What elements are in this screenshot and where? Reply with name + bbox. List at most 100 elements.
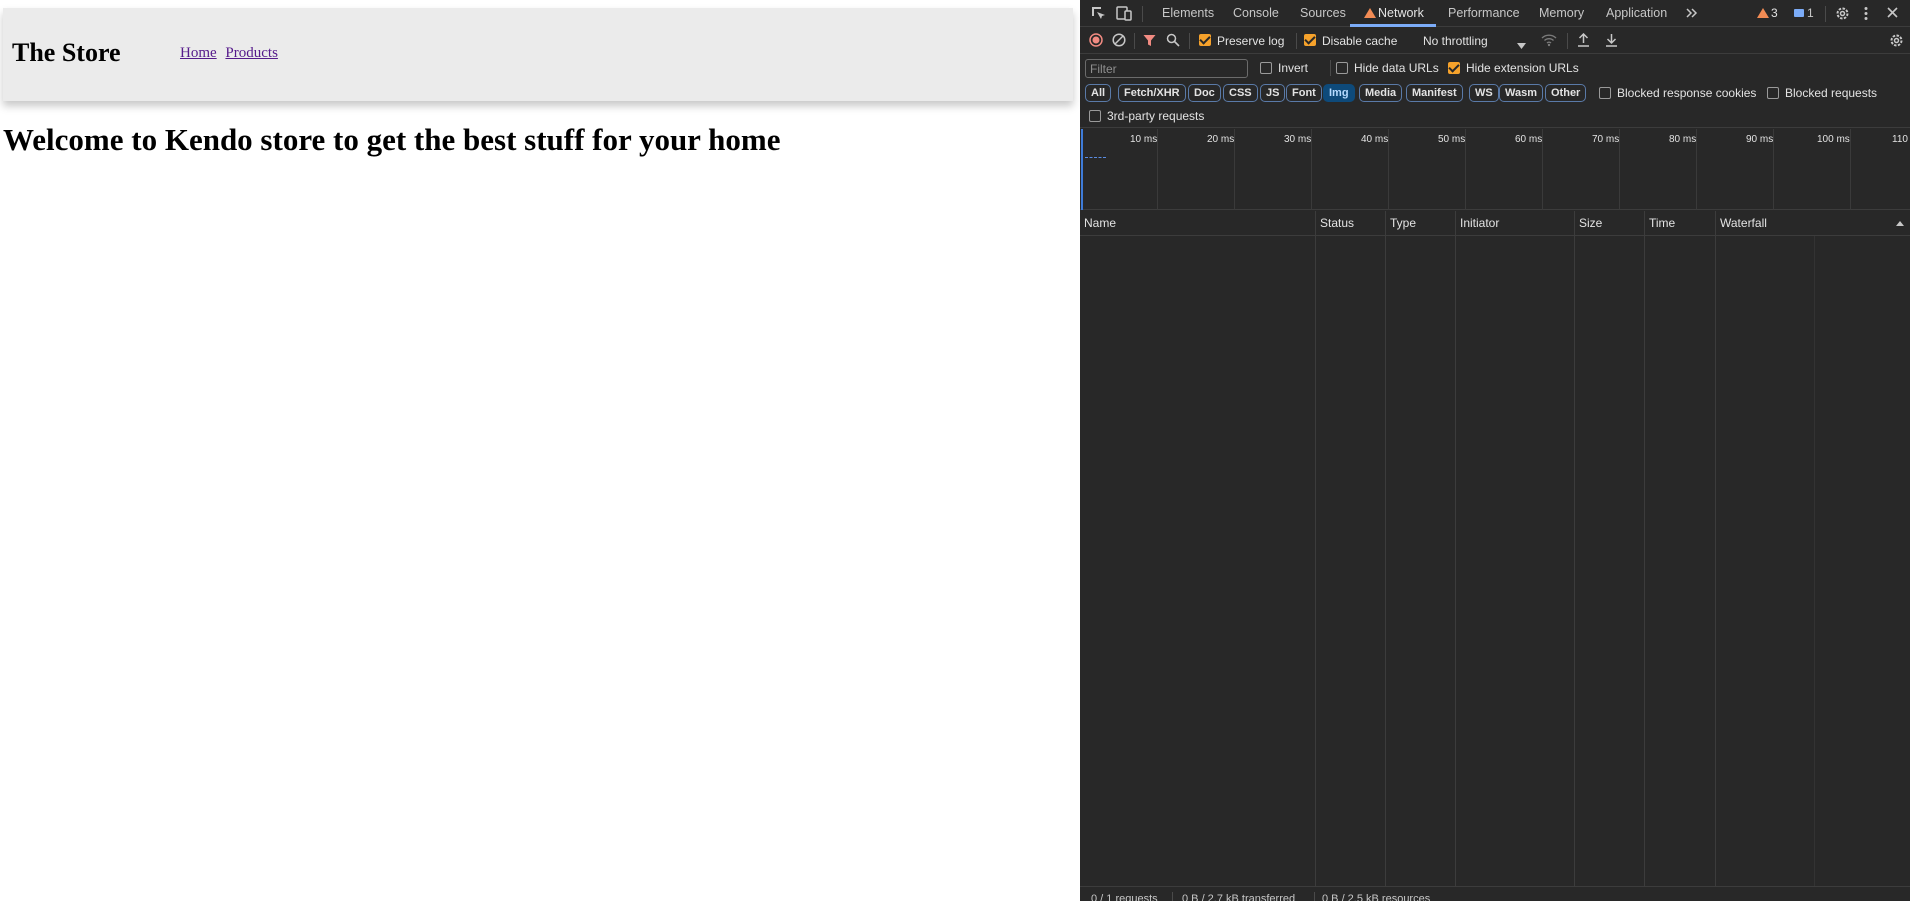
clear-icon[interactable]	[1112, 33, 1126, 49]
type-chip-js[interactable]: JS	[1260, 84, 1286, 102]
transferred-size: 0 B / 2.7 kB transferred	[1182, 893, 1296, 901]
blocked-requests-label: Blocked requests	[1785, 86, 1878, 100]
timeline-tick-label: 40 ms	[1361, 134, 1389, 145]
hide-data-urls-label: Hide data URLs	[1354, 61, 1439, 75]
site-nav: Home Products	[180, 45, 283, 62]
hide-extension-urls-checkbox[interactable]	[1448, 62, 1460, 74]
request-table-header: Name Status Type Initiator Size Time Wat…	[1080, 211, 1910, 236]
column-divider[interactable]	[1455, 211, 1456, 887]
type-chip-ws[interactable]: WS	[1469, 84, 1499, 102]
tabbar-separator-2	[1825, 6, 1826, 22]
column-header-waterfall[interactable]: Waterfall	[1716, 211, 1767, 236]
type-chip-fetch-xhr[interactable]: Fetch/XHR	[1118, 84, 1186, 102]
column-divider[interactable]	[1715, 211, 1716, 887]
web-page: The Store Home Products Welcome to Kendo…	[0, 0, 1080, 901]
hide-data-urls-checkbox[interactable]	[1336, 62, 1348, 74]
type-chip-media[interactable]: Media	[1359, 84, 1403, 102]
timeline-tick-label: 110	[1892, 134, 1908, 145]
blocked-response-cookies-label: Blocked response cookies	[1617, 86, 1757, 100]
network-status-bar: 0 / 1 requests 0 B / 2.7 kB transferred …	[1080, 886, 1910, 901]
timeline-overview[interactable]: 10 ms 20 ms 30 ms 40 ms 50 ms 60 ms 70 m…	[1080, 129, 1910, 210]
timeline-tick-label: 30 ms	[1284, 134, 1312, 145]
toolbar-separator	[1134, 33, 1135, 49]
disable-cache-label: Disable cache	[1322, 34, 1398, 48]
welcome-heading: Welcome to Kendo store to get the best s…	[3, 122, 781, 157]
type-chip-wasm[interactable]: Wasm	[1499, 84, 1543, 102]
resources-size: 0 B / 2.5 kB resources	[1322, 893, 1431, 901]
device-toolbar-icon[interactable]	[1116, 6, 1132, 23]
type-chip-css[interactable]: CSS	[1223, 84, 1258, 102]
preserve-log-checkbox[interactable]	[1199, 34, 1211, 46]
timeline-tick-label: 20 ms	[1207, 134, 1235, 145]
timeline-tick-label: 50 ms	[1438, 134, 1466, 145]
tab-console[interactable]: Console	[1233, 0, 1279, 27]
timeline-tick-label: 90 ms	[1746, 134, 1774, 145]
timeline-request-bar	[1085, 157, 1106, 158]
timeline-cursor	[1081, 129, 1083, 210]
column-header-name[interactable]: Name	[1080, 211, 1116, 236]
blocked-requests-checkbox[interactable]	[1767, 87, 1779, 99]
inspect-element-icon[interactable]	[1091, 6, 1106, 23]
warning-icon	[1364, 8, 1376, 18]
message-count: 1	[1807, 6, 1814, 20]
tab-elements[interactable]: Elements	[1162, 0, 1214, 27]
filter-funnel-icon[interactable]	[1143, 34, 1156, 49]
timeline-tick-label: 80 ms	[1669, 134, 1697, 145]
type-chip-other[interactable]: Other	[1545, 84, 1587, 102]
tab-performance[interactable]: Performance	[1448, 0, 1520, 27]
tab-application[interactable]: Application	[1606, 0, 1667, 27]
record-stop-icon[interactable]	[1089, 33, 1103, 49]
column-header-size[interactable]: Size	[1575, 211, 1602, 236]
column-divider[interactable]	[1315, 211, 1316, 887]
type-chip-doc[interactable]: Doc	[1188, 84, 1221, 102]
tab-memory[interactable]: Memory	[1539, 0, 1584, 27]
site-header: The Store Home Products	[3, 8, 1073, 101]
tab-sources[interactable]: Sources	[1300, 0, 1346, 27]
disable-cache-checkbox[interactable]	[1304, 34, 1316, 46]
type-chip-manifest[interactable]: Manifest	[1406, 84, 1463, 102]
import-har-icon[interactable]	[1577, 32, 1590, 49]
filter-separator	[1330, 60, 1331, 76]
settings-gear-icon[interactable]	[1835, 6, 1850, 23]
devtools-tabbar: Elements Console Sources Network Perform…	[1080, 0, 1910, 27]
chevron-down-icon[interactable]	[1517, 37, 1526, 51]
search-icon[interactable]	[1166, 33, 1180, 49]
type-chip-all[interactable]: All	[1085, 84, 1112, 102]
status-separator	[1172, 892, 1173, 901]
tabbar-separator	[1142, 6, 1143, 22]
column-header-time[interactable]: Time	[1645, 211, 1675, 236]
nav-link-products[interactable]: Products	[225, 45, 278, 61]
throttling-select[interactable]: No throttling	[1423, 34, 1488, 48]
messages-badge[interactable]: 1	[1794, 0, 1814, 27]
column-header-status[interactable]: Status	[1316, 211, 1354, 236]
tab-network[interactable]: Network	[1364, 0, 1424, 27]
export-har-icon[interactable]	[1605, 33, 1618, 49]
nav-link-home[interactable]: Home	[180, 45, 217, 61]
third-party-requests-label: 3rd-party requests	[1107, 109, 1205, 123]
invert-checkbox[interactable]	[1260, 62, 1272, 74]
column-divider[interactable]	[1574, 211, 1575, 887]
more-options-icon[interactable]	[1863, 6, 1869, 23]
network-settings-gear-icon[interactable]	[1889, 33, 1904, 50]
timeline-tick-label: 10 ms	[1130, 134, 1158, 145]
timeline-tick-label: 100 ms	[1817, 134, 1850, 145]
type-chip-font[interactable]: Font	[1286, 84, 1322, 102]
column-divider[interactable]	[1385, 211, 1386, 887]
column-header-initiator[interactable]: Initiator	[1456, 211, 1499, 236]
preserve-log-label: Preserve log	[1217, 34, 1285, 48]
filter-input[interactable]	[1085, 59, 1248, 78]
blocked-response-cookies-checkbox[interactable]	[1599, 87, 1611, 99]
active-tab-indicator	[1350, 24, 1436, 27]
close-devtools-icon[interactable]	[1886, 6, 1899, 21]
sort-ascending-icon[interactable]	[1896, 221, 1904, 226]
third-party-requests-checkbox[interactable]	[1089, 110, 1101, 122]
warnings-badge[interactable]: 3	[1757, 0, 1778, 27]
warning-count: 3	[1771, 6, 1778, 20]
column-header-type[interactable]: Type	[1386, 211, 1416, 236]
network-conditions-icon[interactable]	[1541, 33, 1557, 49]
column-divider[interactable]	[1644, 211, 1645, 887]
resource-type-filter-row: All Fetch/XHR Doc CSS JS Font Img Media …	[1080, 82, 1910, 104]
toolbar-separator-4	[1567, 33, 1568, 49]
more-tabs-icon[interactable]	[1685, 6, 1699, 22]
type-chip-img[interactable]: Img	[1323, 84, 1355, 102]
